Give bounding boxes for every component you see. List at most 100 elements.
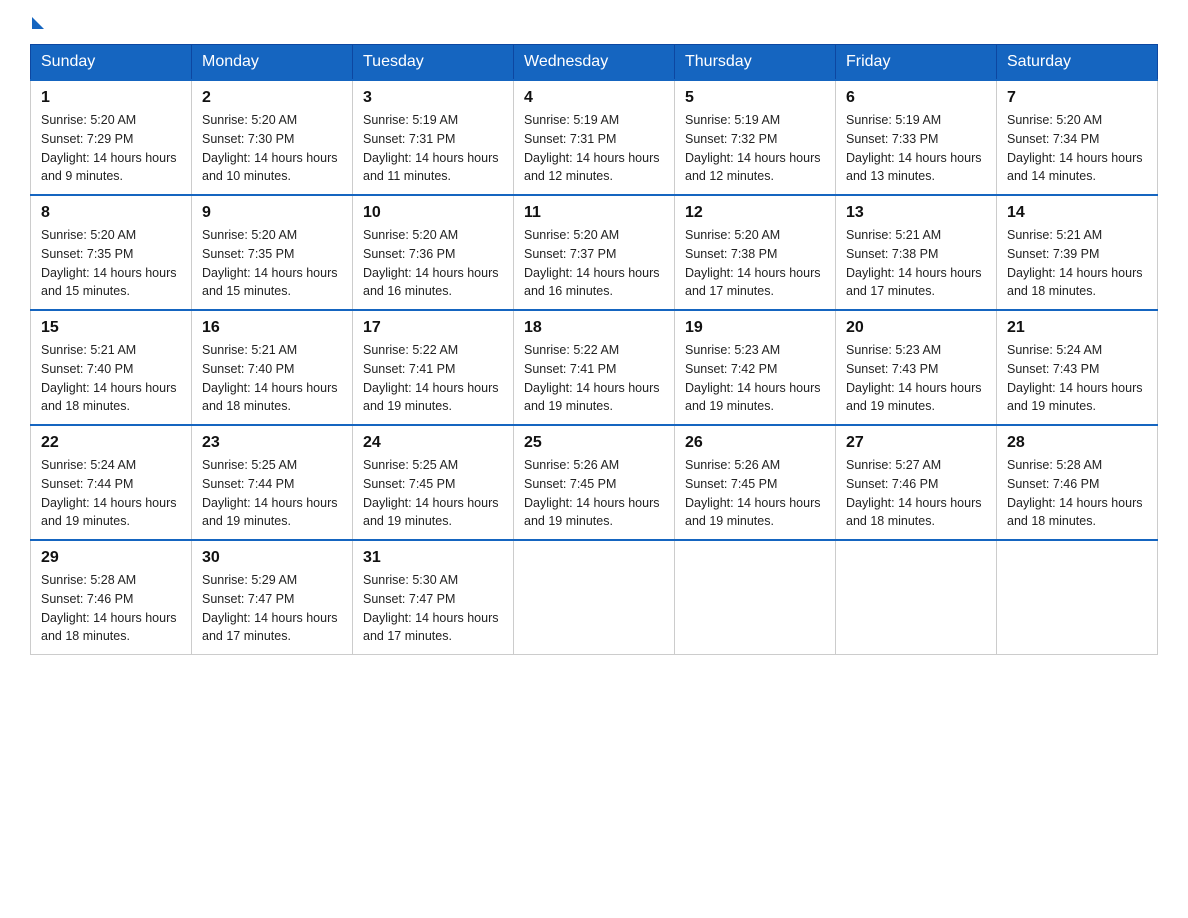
day-number: 3: [363, 89, 503, 107]
daylight-label: Daylight: 14 hours hoursand 19 minutes.: [685, 381, 821, 414]
daylight-label: Daylight: 14 hours hoursand 17 minutes.: [202, 611, 338, 644]
sunrise-label: Sunrise: 5:23 AM: [685, 343, 780, 357]
daylight-label: Daylight: 14 hours hoursand 19 minutes.: [685, 496, 821, 529]
calendar-cell: 15 Sunrise: 5:21 AM Sunset: 7:40 PM Dayl…: [31, 310, 192, 425]
calendar-cell: 2 Sunrise: 5:20 AM Sunset: 7:30 PM Dayli…: [192, 80, 353, 195]
sunrise-label: Sunrise: 5:20 AM: [685, 228, 780, 242]
sunset-label: Sunset: 7:47 PM: [202, 592, 294, 606]
sunrise-label: Sunrise: 5:20 AM: [202, 113, 297, 127]
day-info: Sunrise: 5:25 AM Sunset: 7:45 PM Dayligh…: [363, 456, 503, 531]
day-number: 21: [1007, 319, 1147, 337]
calendar-cell: 20 Sunrise: 5:23 AM Sunset: 7:43 PM Dayl…: [836, 310, 997, 425]
daylight-label: Daylight: 14 hours hoursand 19 minutes.: [41, 496, 177, 529]
sunrise-label: Sunrise: 5:30 AM: [363, 573, 458, 587]
calendar-day-header: Sunday: [31, 45, 192, 81]
day-info: Sunrise: 5:27 AM Sunset: 7:46 PM Dayligh…: [846, 456, 986, 531]
calendar-week-row: 22 Sunrise: 5:24 AM Sunset: 7:44 PM Dayl…: [31, 425, 1158, 540]
sunset-label: Sunset: 7:42 PM: [685, 362, 777, 376]
sunset-label: Sunset: 7:35 PM: [202, 247, 294, 261]
day-number: 1: [41, 89, 181, 107]
day-number: 17: [363, 319, 503, 337]
calendar-table: SundayMondayTuesdayWednesdayThursdayFrid…: [30, 44, 1158, 655]
day-info: Sunrise: 5:20 AM Sunset: 7:38 PM Dayligh…: [685, 226, 825, 301]
day-info: Sunrise: 5:20 AM Sunset: 7:30 PM Dayligh…: [202, 111, 342, 186]
day-info: Sunrise: 5:24 AM Sunset: 7:44 PM Dayligh…: [41, 456, 181, 531]
calendar-cell: 9 Sunrise: 5:20 AM Sunset: 7:35 PM Dayli…: [192, 195, 353, 310]
sunrise-label: Sunrise: 5:28 AM: [1007, 458, 1102, 472]
day-number: 7: [1007, 89, 1147, 107]
day-info: Sunrise: 5:20 AM Sunset: 7:35 PM Dayligh…: [41, 226, 181, 301]
day-info: Sunrise: 5:22 AM Sunset: 7:41 PM Dayligh…: [524, 341, 664, 416]
calendar-cell: 5 Sunrise: 5:19 AM Sunset: 7:32 PM Dayli…: [675, 80, 836, 195]
day-number: 15: [41, 319, 181, 337]
calendar-cell: 7 Sunrise: 5:20 AM Sunset: 7:34 PM Dayli…: [997, 80, 1158, 195]
daylight-label: Daylight: 14 hours hoursand 11 minutes.: [363, 151, 499, 184]
day-info: Sunrise: 5:23 AM Sunset: 7:42 PM Dayligh…: [685, 341, 825, 416]
daylight-label: Daylight: 14 hours hoursand 12 minutes.: [524, 151, 660, 184]
calendar-cell: 23 Sunrise: 5:25 AM Sunset: 7:44 PM Dayl…: [192, 425, 353, 540]
sunset-label: Sunset: 7:32 PM: [685, 132, 777, 146]
calendar-cell: 4 Sunrise: 5:19 AM Sunset: 7:31 PM Dayli…: [514, 80, 675, 195]
sunset-label: Sunset: 7:35 PM: [41, 247, 133, 261]
day-number: 20: [846, 319, 986, 337]
daylight-label: Daylight: 14 hours hoursand 19 minutes.: [524, 496, 660, 529]
day-number: 22: [41, 434, 181, 452]
sunset-label: Sunset: 7:46 PM: [846, 477, 938, 491]
day-info: Sunrise: 5:26 AM Sunset: 7:45 PM Dayligh…: [685, 456, 825, 531]
sunset-label: Sunset: 7:45 PM: [685, 477, 777, 491]
calendar-cell: 28 Sunrise: 5:28 AM Sunset: 7:46 PM Dayl…: [997, 425, 1158, 540]
sunrise-label: Sunrise: 5:20 AM: [1007, 113, 1102, 127]
sunrise-label: Sunrise: 5:20 AM: [41, 228, 136, 242]
day-info: Sunrise: 5:29 AM Sunset: 7:47 PM Dayligh…: [202, 571, 342, 646]
day-info: Sunrise: 5:28 AM Sunset: 7:46 PM Dayligh…: [1007, 456, 1147, 531]
sunset-label: Sunset: 7:44 PM: [41, 477, 133, 491]
day-number: 31: [363, 549, 503, 567]
day-info: Sunrise: 5:20 AM Sunset: 7:35 PM Dayligh…: [202, 226, 342, 301]
sunset-label: Sunset: 7:46 PM: [41, 592, 133, 606]
daylight-label: Daylight: 14 hours hoursand 16 minutes.: [524, 266, 660, 299]
sunset-label: Sunset: 7:41 PM: [524, 362, 616, 376]
calendar-week-row: 29 Sunrise: 5:28 AM Sunset: 7:46 PM Dayl…: [31, 540, 1158, 655]
day-info: Sunrise: 5:20 AM Sunset: 7:36 PM Dayligh…: [363, 226, 503, 301]
calendar-cell: 8 Sunrise: 5:20 AM Sunset: 7:35 PM Dayli…: [31, 195, 192, 310]
day-info: Sunrise: 5:26 AM Sunset: 7:45 PM Dayligh…: [524, 456, 664, 531]
logo-arrow-icon: [32, 17, 44, 29]
daylight-label: Daylight: 14 hours hoursand 14 minutes.: [1007, 151, 1143, 184]
daylight-label: Daylight: 14 hours hoursand 10 minutes.: [202, 151, 338, 184]
day-info: Sunrise: 5:24 AM Sunset: 7:43 PM Dayligh…: [1007, 341, 1147, 416]
daylight-label: Daylight: 14 hours hoursand 15 minutes.: [202, 266, 338, 299]
calendar-cell: [675, 540, 836, 655]
day-info: Sunrise: 5:20 AM Sunset: 7:34 PM Dayligh…: [1007, 111, 1147, 186]
sunrise-label: Sunrise: 5:28 AM: [41, 573, 136, 587]
daylight-label: Daylight: 14 hours hoursand 12 minutes.: [685, 151, 821, 184]
daylight-label: Daylight: 14 hours hoursand 19 minutes.: [1007, 381, 1143, 414]
calendar-header-row: SundayMondayTuesdayWednesdayThursdayFrid…: [31, 45, 1158, 81]
sunset-label: Sunset: 7:31 PM: [363, 132, 455, 146]
sunset-label: Sunset: 7:33 PM: [846, 132, 938, 146]
daylight-label: Daylight: 14 hours hoursand 18 minutes.: [41, 611, 177, 644]
sunrise-label: Sunrise: 5:26 AM: [524, 458, 619, 472]
calendar-cell: 10 Sunrise: 5:20 AM Sunset: 7:36 PM Dayl…: [353, 195, 514, 310]
day-info: Sunrise: 5:19 AM Sunset: 7:31 PM Dayligh…: [524, 111, 664, 186]
sunrise-label: Sunrise: 5:20 AM: [202, 228, 297, 242]
sunrise-label: Sunrise: 5:24 AM: [41, 458, 136, 472]
day-info: Sunrise: 5:19 AM Sunset: 7:32 PM Dayligh…: [685, 111, 825, 186]
calendar-cell: [514, 540, 675, 655]
sunset-label: Sunset: 7:37 PM: [524, 247, 616, 261]
calendar-cell: 22 Sunrise: 5:24 AM Sunset: 7:44 PM Dayl…: [31, 425, 192, 540]
daylight-label: Daylight: 14 hours hoursand 18 minutes.: [1007, 496, 1143, 529]
sunrise-label: Sunrise: 5:19 AM: [363, 113, 458, 127]
day-number: 28: [1007, 434, 1147, 452]
day-info: Sunrise: 5:22 AM Sunset: 7:41 PM Dayligh…: [363, 341, 503, 416]
day-number: 24: [363, 434, 503, 452]
day-number: 25: [524, 434, 664, 452]
day-number: 14: [1007, 204, 1147, 222]
sunrise-label: Sunrise: 5:23 AM: [846, 343, 941, 357]
calendar-week-row: 8 Sunrise: 5:20 AM Sunset: 7:35 PM Dayli…: [31, 195, 1158, 310]
sunset-label: Sunset: 7:30 PM: [202, 132, 294, 146]
daylight-label: Daylight: 14 hours hoursand 18 minutes.: [41, 381, 177, 414]
day-number: 5: [685, 89, 825, 107]
calendar-cell: 21 Sunrise: 5:24 AM Sunset: 7:43 PM Dayl…: [997, 310, 1158, 425]
calendar-cell: 6 Sunrise: 5:19 AM Sunset: 7:33 PM Dayli…: [836, 80, 997, 195]
daylight-label: Daylight: 14 hours hoursand 9 minutes.: [41, 151, 177, 184]
